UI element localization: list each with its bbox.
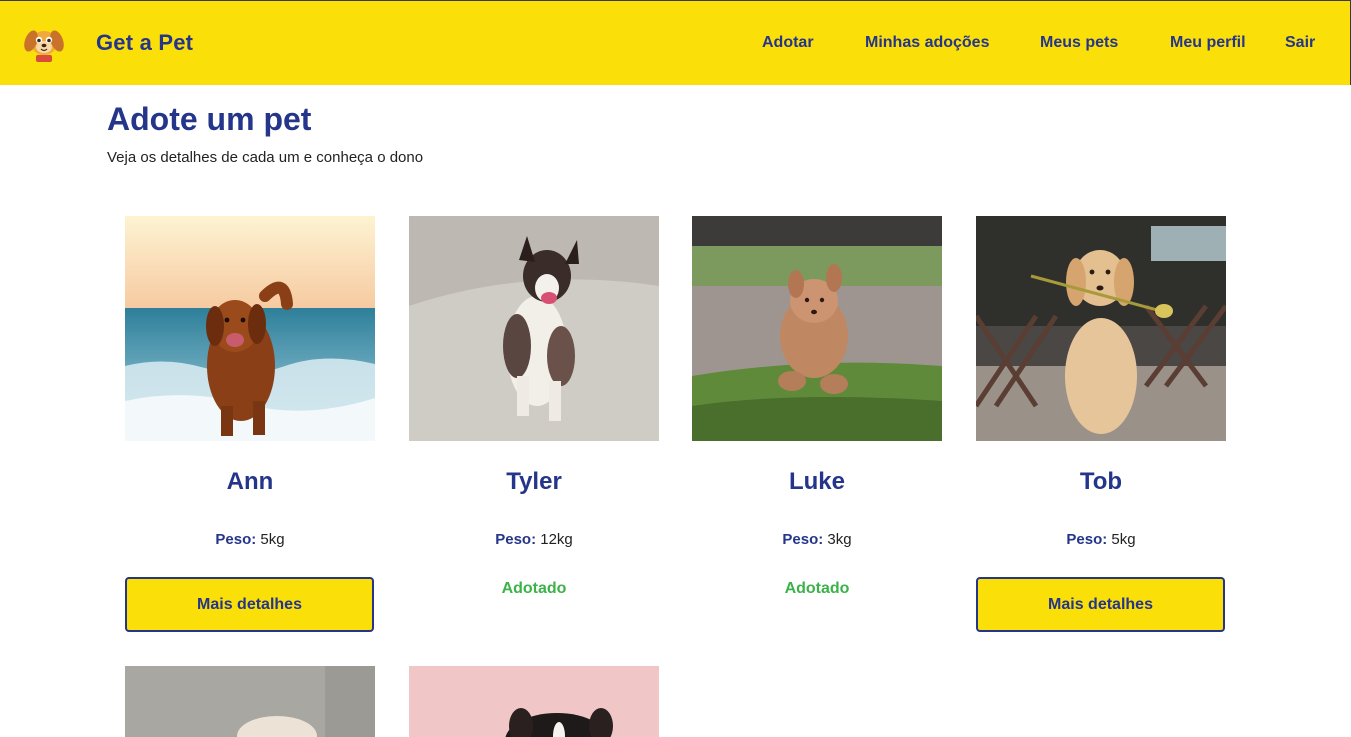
adopted-status: Adotado bbox=[501, 580, 567, 597]
pet-photo-image bbox=[409, 216, 659, 441]
nav-adotar[interactable]: Adotar bbox=[762, 34, 814, 52]
pet-card-row2-2 bbox=[409, 666, 659, 737]
pet-card-ann: Ann Peso: 5kg Mais detalhes bbox=[125, 216, 375, 636]
nav-meus-pets[interactable]: Meus pets bbox=[1040, 34, 1118, 52]
weight-label: Peso: bbox=[215, 531, 257, 548]
page-title: Adote um pet bbox=[107, 101, 312, 137]
pet-name: Tyler bbox=[506, 468, 562, 495]
navbar: Get a Pet Adotar Minhas adoções Meus pet… bbox=[0, 0, 1351, 85]
pet-weight: Peso: 5kg bbox=[125, 531, 375, 548]
pet-photo-image bbox=[125, 216, 375, 441]
more-details-button[interactable]: Mais detalhes bbox=[125, 577, 374, 632]
weight-label: Peso: bbox=[495, 531, 537, 548]
pet-photo-tyler bbox=[409, 216, 659, 441]
pet-photo-image bbox=[125, 666, 375, 737]
nav-minhas-adocoes[interactable]: Minhas adoções bbox=[865, 34, 989, 52]
weight-label: Peso: bbox=[1066, 531, 1108, 548]
weight-value: 5kg bbox=[260, 531, 285, 548]
more-details-button[interactable]: Mais detalhes bbox=[976, 577, 1225, 632]
weight-value: 3kg bbox=[827, 531, 852, 548]
pet-photo-image bbox=[692, 216, 942, 441]
pet-weight: Peso: 5kg bbox=[976, 531, 1226, 548]
pet-photo-luke bbox=[692, 216, 942, 441]
pet-card-row2-1 bbox=[125, 666, 375, 737]
pet-photo-tob bbox=[976, 216, 1226, 441]
nav-sair[interactable]: Sair bbox=[1285, 34, 1315, 52]
nav-meu-perfil[interactable]: Meu perfil bbox=[1170, 34, 1246, 52]
pet-name: Tob bbox=[1079, 468, 1123, 495]
page-subtitle: Veja os detalhes de cada um e conheça o … bbox=[107, 149, 424, 166]
weight-label: Peso: bbox=[782, 531, 824, 548]
pet-weight: Peso: 3kg bbox=[692, 531, 942, 548]
pet-card-luke: Luke Peso: 3kg Adotado bbox=[692, 216, 942, 636]
weight-value: 12kg bbox=[540, 531, 573, 548]
pet-name: Ann bbox=[226, 468, 274, 495]
pet-card-tyler: Tyler Peso: 12kg Adotado bbox=[409, 216, 659, 636]
pet-photo-image bbox=[976, 216, 1226, 441]
nav-links: Adotar Minhas adoções Meus pets Meu perf… bbox=[0, 34, 1350, 54]
pet-photo-ann bbox=[125, 216, 375, 441]
pet-card-tob: Tob Peso: 5kg Mais detalhes bbox=[976, 216, 1226, 636]
pet-photo-image bbox=[409, 666, 659, 737]
pet-weight: Peso: 12kg bbox=[409, 531, 659, 548]
pet-name: Luke bbox=[788, 468, 845, 495]
adopted-status: Adotado bbox=[784, 580, 850, 597]
weight-value: 5kg bbox=[1111, 531, 1136, 548]
